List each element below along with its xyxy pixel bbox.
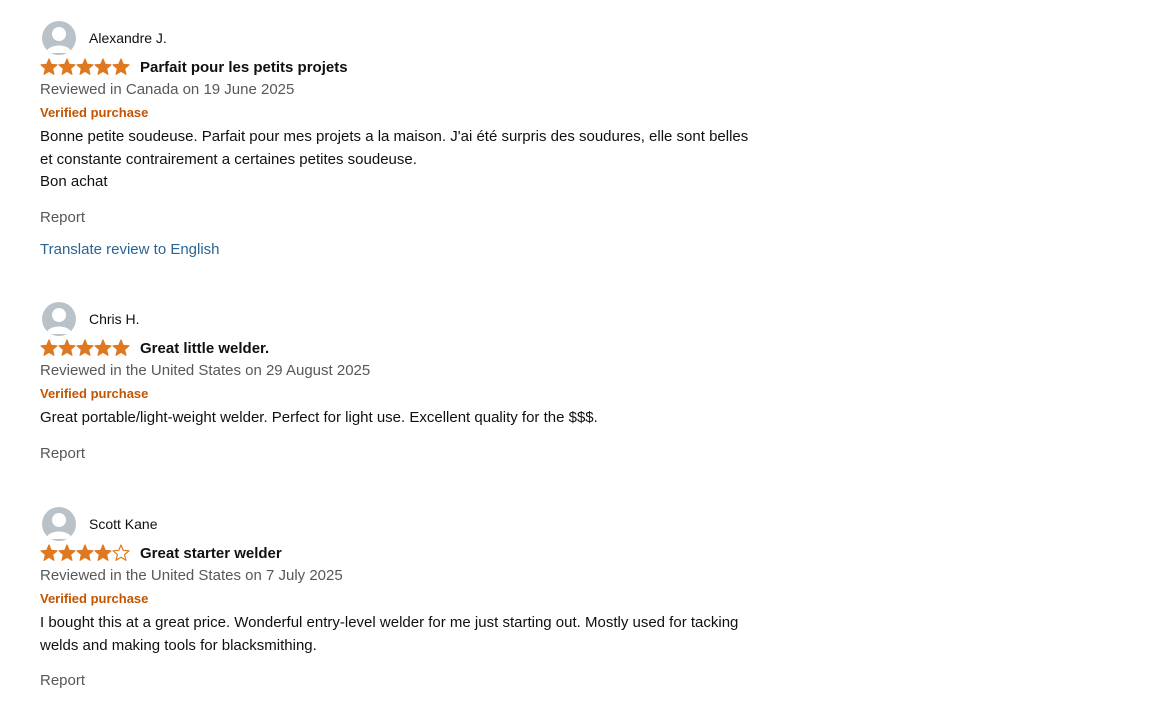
reviewer-name: Chris H.	[89, 311, 140, 327]
review-body: Great portable/light-weight welder. Perf…	[40, 407, 820, 430]
star-filled-icon	[112, 339, 130, 356]
report-link[interactable]: Report	[40, 672, 820, 689]
star-filled-icon	[40, 544, 58, 561]
review-body-line: welds and making tools for blacksmithing…	[40, 636, 317, 654]
verified-purchase-badge: Verified purchase	[40, 591, 149, 606]
review-card: Chris H. Great little welder. Reviewed i…	[40, 301, 820, 462]
star-filled-icon	[76, 339, 94, 356]
review-date: Reviewed in the United States on 29 Augu…	[40, 362, 371, 379]
review-body: Bonne petite soudeuse. Parfait pour mes …	[40, 126, 820, 194]
review-body-line: Bonne petite soudeuse. Parfait pour mes …	[40, 128, 749, 145]
review-title[interactable]: Great little welder.	[140, 340, 269, 357]
star-rating[interactable]	[40, 544, 130, 562]
star-filled-icon	[58, 58, 76, 75]
star-rating[interactable]	[40, 58, 130, 76]
review-title[interactable]: Great starter welder	[140, 545, 282, 562]
reviewer-profile[interactable]: Scott Kane	[40, 506, 820, 542]
review-body-line: Great portable/light-weight welder. Perf…	[40, 409, 598, 426]
review-date: Reviewed in Canada on 19 June 2025	[40, 81, 295, 98]
review-card: Alexandre J. Parfait pour les petits pro…	[40, 20, 820, 258]
verified-purchase-badge: Verified purchase	[40, 386, 149, 401]
star-filled-icon	[40, 339, 58, 356]
report-link[interactable]: Report	[40, 209, 820, 226]
review-date: Reviewed in the United States on 7 July …	[40, 567, 343, 584]
reviewer-profile[interactable]: Chris H.	[40, 301, 820, 337]
review-body: I bought this at a great price. Wonderfu…	[40, 612, 820, 657]
star-filled-icon	[112, 58, 130, 75]
reviewer-name: Scott Kane	[89, 516, 158, 532]
star-filled-icon	[94, 339, 112, 356]
review-body-line: I bought this at a great price. Wonderfu…	[40, 614, 739, 631]
star-filled-icon	[94, 58, 112, 75]
star-filled-icon	[76, 544, 94, 561]
star-empty-icon	[112, 544, 130, 561]
star-filled-icon	[76, 58, 94, 75]
verified-purchase-badge: Verified purchase	[40, 105, 149, 120]
review-title[interactable]: Parfait pour les petits projets	[140, 59, 348, 76]
review-body-line: Bon achat	[40, 173, 108, 190]
avatar-icon	[42, 507, 76, 541]
reviewer-name: Alexandre J.	[89, 30, 167, 46]
report-link[interactable]: Report	[40, 445, 820, 462]
reviewer-profile[interactable]: Alexandre J.	[40, 20, 820, 56]
star-filled-icon	[58, 339, 76, 356]
avatar-icon	[42, 302, 76, 336]
avatar-icon	[42, 21, 76, 55]
star-filled-icon	[58, 544, 76, 561]
translate-review-link[interactable]: Translate review to English	[40, 241, 820, 258]
review-card: Scott Kane Great starter welder Reviewed…	[40, 506, 820, 689]
review-body-line: et constante contrairement a certaines p…	[40, 150, 417, 168]
star-rating[interactable]	[40, 339, 130, 357]
star-filled-icon	[94, 544, 112, 561]
star-filled-icon	[40, 58, 58, 75]
